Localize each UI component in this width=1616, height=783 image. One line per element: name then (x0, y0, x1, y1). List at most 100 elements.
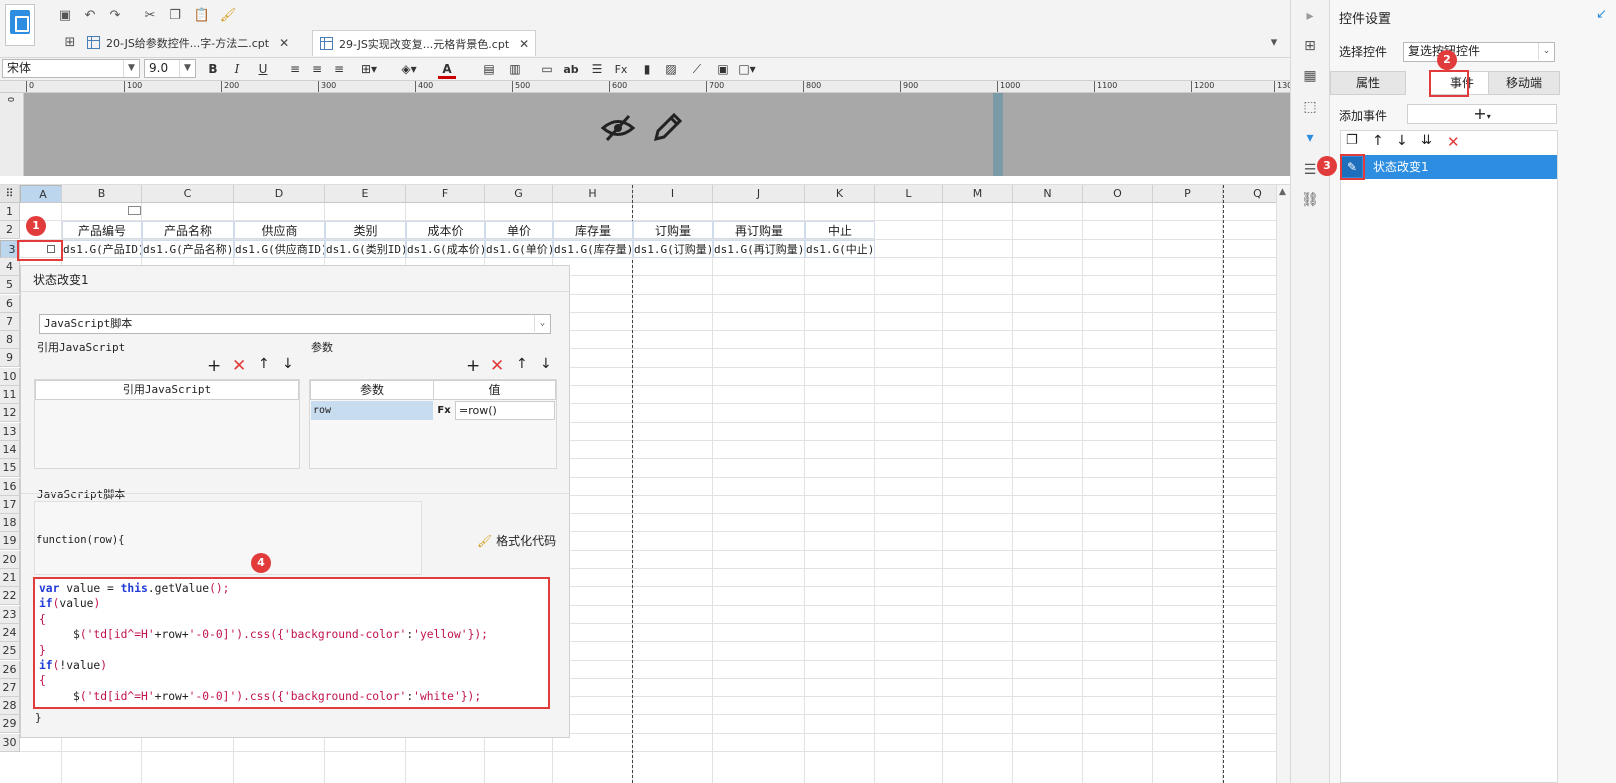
format-painter-icon[interactable]: 🖌 (218, 5, 238, 25)
header-cell[interactable]: 订购量 (633, 221, 713, 240)
header-cell[interactable]: 成本价 (406, 221, 485, 240)
tab-file-29[interactable]: 29-JS实现改变复...元格背景色.cpt ✕ (312, 30, 537, 56)
formula-cell[interactable]: ds1.G(类别ID) (325, 239, 406, 258)
column-header[interactable]: F (406, 185, 485, 203)
band-resize-handle[interactable] (993, 93, 1003, 176)
subreport-icon[interactable]: ▣ (714, 60, 732, 79)
column-header[interactable]: O (1083, 185, 1153, 203)
column-header[interactable]: J (713, 185, 805, 203)
row-header[interactable]: 11 (0, 386, 20, 404)
tab-menu-icon[interactable]: ▾ (1264, 32, 1284, 52)
column-header[interactable]: H (553, 185, 633, 203)
border-icon[interactable]: ⊞▾ (360, 60, 378, 79)
hidden-eye-icon[interactable] (601, 113, 635, 143)
cell-element-icon[interactable]: ▦ (1300, 66, 1320, 86)
header-cell[interactable]: 产品名称 (142, 221, 234, 240)
row-header[interactable]: 29 (0, 715, 20, 734)
tab-mobile[interactable]: 移动端 (1488, 71, 1560, 95)
expand-icon[interactable]: ↙ (1596, 7, 1607, 22)
align-center-icon[interactable]: ≡ (308, 60, 326, 79)
sort-icon[interactable]: ⇊ (1421, 133, 1432, 148)
vertical-scrollbar[interactable]: ▲ (1276, 185, 1290, 783)
column-header[interactable]: K (805, 185, 875, 203)
format-code-button[interactable]: 🖌 格式化代码 (477, 532, 556, 549)
row-header[interactable]: 2 (0, 221, 20, 240)
undo-icon[interactable]: ↶ (80, 5, 100, 25)
fill-color-icon[interactable]: ◈▾ (400, 60, 418, 79)
add-param-icon[interactable]: + (466, 356, 480, 376)
formula-icon[interactable]: Fx (612, 60, 630, 79)
row-header[interactable]: 12 (0, 404, 20, 423)
paragraph-icon[interactable]: ☰ (588, 60, 606, 79)
tab-file-20[interactable]: 20-JS给参数控件...字-方法二.cpt ✕ (80, 30, 295, 56)
close-tab-icon[interactable]: ✕ (519, 37, 529, 51)
header-cell[interactable]: 类别 (325, 221, 406, 240)
row-header[interactable]: 13 (0, 422, 20, 441)
row-header[interactable]: 30 (0, 733, 20, 752)
scroll-up-icon[interactable]: ▲ (1279, 187, 1286, 197)
delete-param-icon[interactable]: ✕ (490, 356, 504, 376)
add-event-button[interactable]: +▾ (1407, 104, 1557, 124)
widget-settings-icon[interactable]: ▾ (1300, 128, 1320, 148)
row-header[interactable]: 8 (0, 331, 20, 350)
slash-icon[interactable]: ⟋ (688, 60, 706, 79)
column-header[interactable]: G (485, 185, 553, 203)
paste-icon[interactable]: 📋 (192, 5, 212, 25)
event-item-row[interactable]: 状态改变1 (1340, 155, 1557, 179)
row-header[interactable]: 26 (0, 660, 20, 679)
save-icon[interactable]: ▣ (55, 5, 75, 25)
hyperlink-icon[interactable]: ⛓ (1300, 190, 1320, 210)
text-icon[interactable]: ab (562, 60, 580, 79)
formula-cell[interactable]: ds1.G(再订购量) (713, 239, 805, 258)
align-left-icon[interactable]: ≡ (286, 60, 304, 79)
header-cell[interactable]: 库存量 (553, 221, 633, 240)
pencil-icon[interactable] (652, 109, 684, 143)
row-header[interactable]: 28 (0, 697, 20, 716)
move-up-icon[interactable]: ↑ (516, 356, 528, 372)
column-header[interactable]: B (62, 185, 142, 203)
checkbox-widget-icon[interactable] (128, 206, 141, 215)
column-header[interactable]: I (633, 185, 713, 203)
row-header[interactable]: 5 (0, 276, 20, 295)
row-header[interactable]: 6 (0, 294, 20, 313)
formula-cell[interactable]: ds1.G(供应商ID) (234, 239, 325, 258)
chart-icon[interactable]: ▮ (638, 60, 656, 79)
header-cell[interactable]: 单价 (485, 221, 553, 240)
param-value-input[interactable]: =row() (455, 401, 555, 420)
layout-icon[interactable]: ⊞ (1300, 36, 1320, 56)
close-tab-icon[interactable]: ✕ (279, 36, 289, 50)
move-up-icon[interactable]: ↑ (1372, 133, 1384, 149)
report-header-band[interactable] (24, 93, 1290, 176)
formula-cell[interactable]: ds1.G(单价) (485, 239, 553, 258)
copy-event-icon[interactable]: ❐ (1346, 133, 1358, 148)
formula-editor-icon[interactable]: Fx (434, 401, 454, 420)
bold-icon[interactable]: B (204, 60, 222, 79)
row-header[interactable]: 15 (0, 459, 20, 478)
merge-cells-icon[interactable]: ▤ (480, 60, 498, 79)
row-header[interactable]: 25 (0, 642, 20, 661)
row-header[interactable]: 16 (0, 477, 20, 496)
align-right-icon[interactable]: ≡ (330, 60, 348, 79)
underline-icon[interactable]: U (254, 60, 272, 79)
formula-cell[interactable]: ds1.G(订购量) (633, 239, 713, 258)
delete-ref-icon[interactable]: ✕ (232, 356, 246, 376)
formula-cell[interactable]: ds1.G(成本价) (406, 239, 485, 258)
font-color-icon[interactable]: A (438, 60, 456, 79)
cell-attribute-icon[interactable]: ⬚ (1300, 97, 1320, 117)
formula-cell[interactable]: ds1.G(库存量) (553, 239, 633, 258)
redo-icon[interactable]: ↷ (105, 5, 125, 25)
row-header[interactable]: 7 (0, 312, 20, 331)
image-icon[interactable]: ▨ (662, 60, 680, 79)
column-header[interactable]: A (20, 185, 62, 203)
formula-cell[interactable]: ds1.G(中止) (805, 239, 875, 258)
cut-icon[interactable]: ✂ (140, 5, 160, 25)
app-logo-icon[interactable] (5, 4, 35, 46)
row-header[interactable]: 10 (0, 367, 20, 386)
row-header[interactable]: 1 (0, 203, 20, 221)
move-down-icon[interactable]: ↓ (540, 356, 552, 372)
row-header[interactable]: 22 (0, 587, 20, 606)
column-header[interactable]: D (234, 185, 325, 203)
row-header[interactable]: 18 (0, 514, 20, 533)
split-cells-icon[interactable]: ▥ (506, 60, 524, 79)
row-header[interactable]: 23 (0, 605, 20, 624)
